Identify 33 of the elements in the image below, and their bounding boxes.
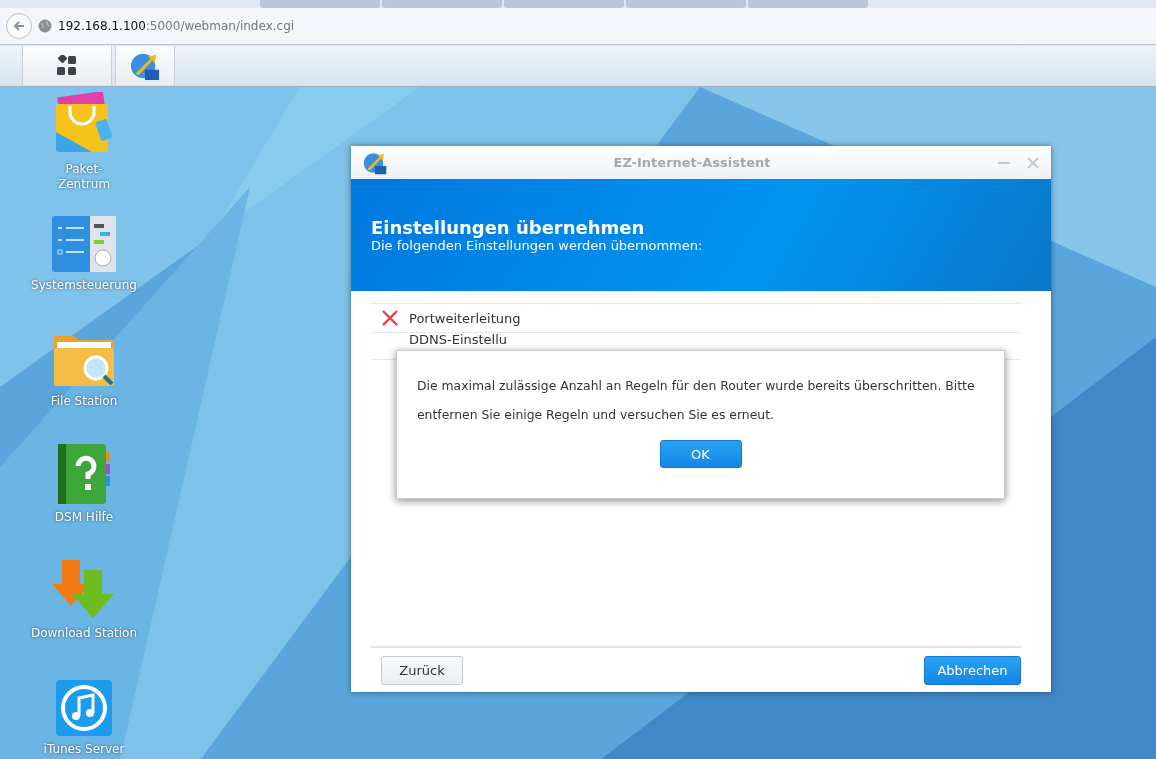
close-icon[interactable]: [1027, 156, 1039, 169]
help-book-icon: [58, 444, 110, 504]
setting-item-label: Portweiterleitung: [409, 310, 521, 326]
address-field[interactable]: 192.168.1.100:5000/webman/index.cgi: [58, 19, 295, 33]
cancel-button[interactable]: Abbrechen: [924, 656, 1021, 685]
main-menu-button[interactable]: [22, 46, 112, 85]
control-panel-icon: [52, 216, 116, 272]
desktop-icon-label[interactable]: Systemsteuerung: [31, 278, 137, 293]
browser-tab[interactable]: [626, 0, 746, 8]
ok-button[interactable]: OK: [659, 440, 742, 468]
desktop-icon-label[interactable]: iTunes Server: [43, 742, 125, 757]
globe-icon: [38, 19, 52, 33]
download-arrows-icon: [52, 560, 116, 620]
desktop-icon-label[interactable]: DSM Hilfe: [54, 510, 114, 525]
setting-item-label: DDNS-Einstellu: [409, 333, 508, 347]
desktop-icon-label[interactable]: File Station: [50, 394, 118, 409]
wizard-heading: Einstellungen übernehmen: [371, 217, 646, 238]
browser-tab[interactable]: [504, 0, 624, 8]
browser-tab[interactable]: [748, 0, 868, 8]
grid-icon: [56, 54, 78, 77]
window-title: EZ-Internet-Assistent: [612, 155, 772, 170]
browser-tab[interactable]: [382, 0, 502, 8]
back-button[interactable]: [6, 13, 32, 39]
wizard-app-icon: [363, 150, 387, 175]
wizard-subheading: Die folgenden Einstellungen werden übernommen:: [371, 238, 704, 253]
desktop-icon-label[interactable]: Download Station: [30, 626, 138, 641]
music-note-icon: [56, 680, 112, 736]
error-message: Die maximal zulässige Anzahl an Regeln für den Router wurde bereits überschritten. Bitte entfernen Sie einige Regeln und versuchen Sie es erneut.: [417, 377, 976, 424]
browser-tab[interactable]: [260, 0, 380, 8]
back-button[interactable]: Zurück: [381, 656, 463, 685]
back-arrow-icon: [13, 20, 25, 32]
wizard-taskbar-button[interactable]: [115, 46, 175, 85]
desktop-icon-label[interactable]: Paket- Zentrum: [57, 162, 111, 192]
